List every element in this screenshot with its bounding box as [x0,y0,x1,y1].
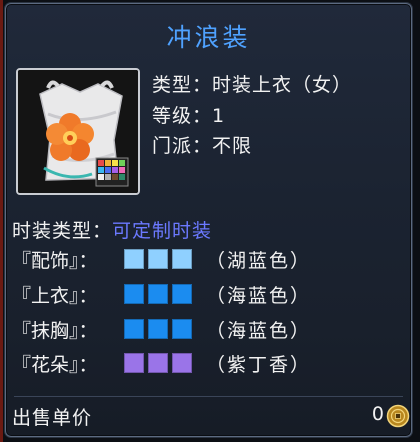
color-swatch [172,319,192,339]
item-sect: 门派：不限 [152,135,253,157]
item-icon-slot[interactable] [16,68,140,195]
fashion-type-value: 可定制时装 [112,220,213,242]
surf-outfit-top-icon [18,70,138,193]
dye-part-label: 『花朵』： [12,353,98,376]
item-level: 等级：1 [152,105,226,127]
dye-color-name: （海蓝色） [206,284,312,307]
color-swatch [124,353,144,373]
color-swatch [148,284,168,304]
color-swatch [148,249,168,269]
dye-row-flower: 『花朵』： （紫丁香） [12,348,311,378]
color-swatch [172,353,192,373]
dye-row-bandeau: 『抹胸』： （海蓝色） [12,314,311,344]
fashion-type-row: 时装类型：可定制时装 [12,216,212,243]
item-type: 类型：时装上衣（女） [152,74,353,96]
dye-part-label: 『抹胸』： [12,319,98,342]
dye-part-label: 『上衣』： [12,284,98,307]
fashion-type-label: 时装类型： [12,220,113,242]
dye-color-name: （湖蓝色） [206,249,312,272]
item-tooltip: 冲浪装 类型：时装上衣（女） 等级：1 门派：不限 时装类型：可定制时装 『配饰… [5,3,412,437]
color-swatch [148,353,168,373]
coin-icon [386,404,410,428]
sell-price-label: 出售单价 [12,407,93,429]
dye-color-name: （紫丁香） [206,353,312,376]
dye-row-accessory: 『配饰』： （湖蓝色） [12,244,311,274]
divider [14,396,403,397]
dye-part-label: 『配饰』： [12,249,98,272]
sell-price-value: 0 [371,403,384,425]
background-scene-strip [0,0,3,442]
item-name: 冲浪装 [166,23,251,52]
color-swatch [172,284,192,304]
color-swatch [148,319,168,339]
color-swatch [124,284,144,304]
dye-color-name: （海蓝色） [206,319,312,342]
color-swatch [124,249,144,269]
dye-row-top: 『上衣』： （海蓝色） [12,279,311,309]
color-swatch [172,249,192,269]
color-swatch [124,319,144,339]
